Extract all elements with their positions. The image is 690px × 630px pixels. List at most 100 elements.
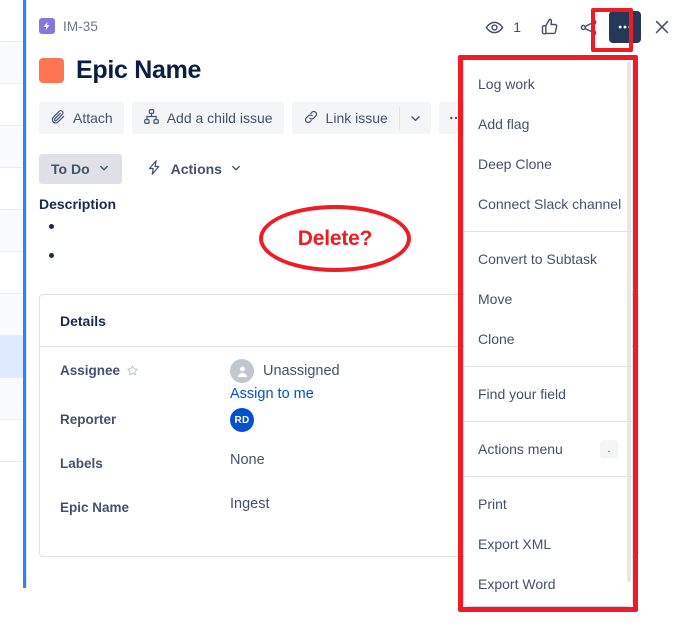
menu-item-label: Add flag <box>478 116 530 132</box>
background-list-row-selected <box>0 336 24 378</box>
more-options-button[interactable] <box>609 11 641 43</box>
watch-group[interactable]: 1 <box>477 10 525 44</box>
share-icon[interactable] <box>571 10 605 44</box>
modal-header: IM-35 1 <box>27 0 690 52</box>
details-value: Unassigned Assign to me <box>230 359 340 402</box>
attach-label: Attach <box>73 110 113 126</box>
menu-item-label: Actions menu <box>478 441 563 457</box>
menu-item-label: Connect Slack channel <box>478 196 622 212</box>
status-dropdown[interactable]: To Do <box>39 154 122 184</box>
link-issue-label: Link issue <box>325 110 388 126</box>
issue-title-row[interactable]: Epic Name <box>39 58 201 83</box>
details-key: Labels <box>60 452 230 471</box>
assign-to-me-link[interactable]: Assign to me <box>230 386 340 402</box>
actions-label: Actions <box>170 161 222 177</box>
menu-separator <box>464 476 632 477</box>
menu-item-print[interactable]: Print <box>464 484 632 524</box>
epic-name-value[interactable]: Ingest <box>230 496 270 512</box>
background-list-row <box>0 168 24 210</box>
menu-item-deep-clone[interactable]: Deep Clone <box>464 144 632 184</box>
background-list-row <box>0 42 24 84</box>
epic-color-swatch <box>39 58 64 83</box>
paperclip-icon <box>50 109 66 128</box>
person-placeholder-icon <box>230 359 254 383</box>
details-value[interactable]: Ingest <box>230 496 270 512</box>
link-issue-split-button[interactable]: Link issue <box>291 102 431 134</box>
breadcrumb-issue-key[interactable]: IM-35 <box>63 19 98 34</box>
menu-item-label: Log work <box>478 76 535 92</box>
menu-item-find-your-field[interactable]: Find your field <box>464 374 632 414</box>
avatar[interactable]: RD <box>230 408 254 432</box>
details-key: Reporter <box>60 408 230 427</box>
lightning-bolt-icon <box>146 159 163 179</box>
menu-separator <box>464 366 632 367</box>
menu-item-label: Deep Clone <box>478 156 552 172</box>
menu-item-label: Clone <box>478 331 515 347</box>
link-icon <box>303 109 319 128</box>
details-value[interactable]: None <box>230 452 265 468</box>
menu-item-convert-to-subtask[interactable]: Convert to Subtask <box>464 239 632 279</box>
menu-item-label: Export XML <box>478 536 552 552</box>
details-key: Epic Name <box>60 496 230 515</box>
menu-item-shortcut: . <box>600 440 618 458</box>
details-key-label: Epic Name <box>60 500 130 515</box>
add-child-issue-button[interactable]: Add a child issue <box>131 102 284 134</box>
issue-toolbar: Attach Add a child issue Link issue <box>39 102 473 134</box>
thumbs-up-icon[interactable] <box>533 10 567 44</box>
menu-separator <box>464 421 632 422</box>
background-list-row <box>0 420 24 462</box>
close-x-icon[interactable] <box>645 10 679 44</box>
link-issue-button[interactable]: Link issue <box>292 102 399 134</box>
menu-item-clone[interactable]: Clone <box>464 319 632 359</box>
menu-item-add-flag[interactable]: Add flag <box>464 104 632 144</box>
menu-item-label: Print <box>478 496 507 512</box>
status-label: To Do <box>51 161 90 177</box>
menu-item-log-work[interactable]: Log work <box>464 64 632 104</box>
background-list-row <box>0 294 24 336</box>
chevron-down-icon <box>230 161 242 177</box>
description-label: Description <box>39 196 117 212</box>
header-actions: 1 <box>477 10 679 44</box>
background-list-row <box>0 126 24 168</box>
background-list-row <box>0 0 24 42</box>
menu-item-label: Find your field <box>478 386 566 402</box>
assignee-value[interactable]: Unassigned <box>230 359 340 383</box>
background-list-row <box>0 84 24 126</box>
description-bullet-list[interactable] <box>39 218 61 276</box>
child-issue-icon <box>143 108 160 128</box>
labels-value[interactable]: None <box>230 452 265 468</box>
menu-item-move[interactable]: Move <box>464 279 632 319</box>
background-issue-list <box>0 0 24 630</box>
add-child-issue-label: Add a child issue <box>166 110 273 126</box>
menu-item-export-word[interactable]: Export Word <box>464 564 632 604</box>
status-row: To Do Actions <box>39 154 248 184</box>
details-key-label: Labels <box>60 456 103 471</box>
menu-item-label: Export Word <box>478 576 556 592</box>
background-list-row <box>0 378 24 420</box>
menu-scrollbar[interactable] <box>627 62 631 582</box>
actions-dropdown[interactable]: Actions <box>140 154 248 184</box>
chevron-down-icon[interactable] <box>400 102 431 134</box>
attach-button[interactable]: Attach <box>39 102 124 134</box>
menu-item-connect-slack-channel[interactable]: Connect Slack channel <box>464 184 632 224</box>
menu-item-actions-menu[interactable]: Actions menu . <box>464 429 632 469</box>
background-list-row <box>0 210 24 252</box>
menu-item-export-xml[interactable]: Export XML <box>464 524 632 564</box>
background-list-row <box>0 252 24 294</box>
details-key-label: Assignee <box>60 363 121 378</box>
eye-icon[interactable] <box>477 10 511 44</box>
menu-item-label: Convert to Subtask <box>478 251 598 267</box>
screenshot-root: IM-35 1 Epic Name Attach Add a child iss… <box>0 0 690 630</box>
more-options-menu: Log work Add flag Deep Clone Connect Sla… <box>464 58 632 606</box>
star-icon[interactable] <box>126 364 139 377</box>
details-key: Assignee <box>60 359 230 378</box>
chevron-down-icon <box>98 161 110 177</box>
assignee-name: Unassigned <box>263 363 340 379</box>
page-title[interactable]: Epic Name <box>76 58 201 83</box>
watch-count: 1 <box>513 19 521 35</box>
menu-inner: Log work Add flag Deep Clone Connect Sla… <box>464 58 632 606</box>
breadcrumb[interactable]: IM-35 <box>39 18 98 34</box>
details-value[interactable]: RD <box>230 408 254 432</box>
details-key-label: Reporter <box>60 412 117 427</box>
menu-item-label: Move <box>478 291 513 307</box>
